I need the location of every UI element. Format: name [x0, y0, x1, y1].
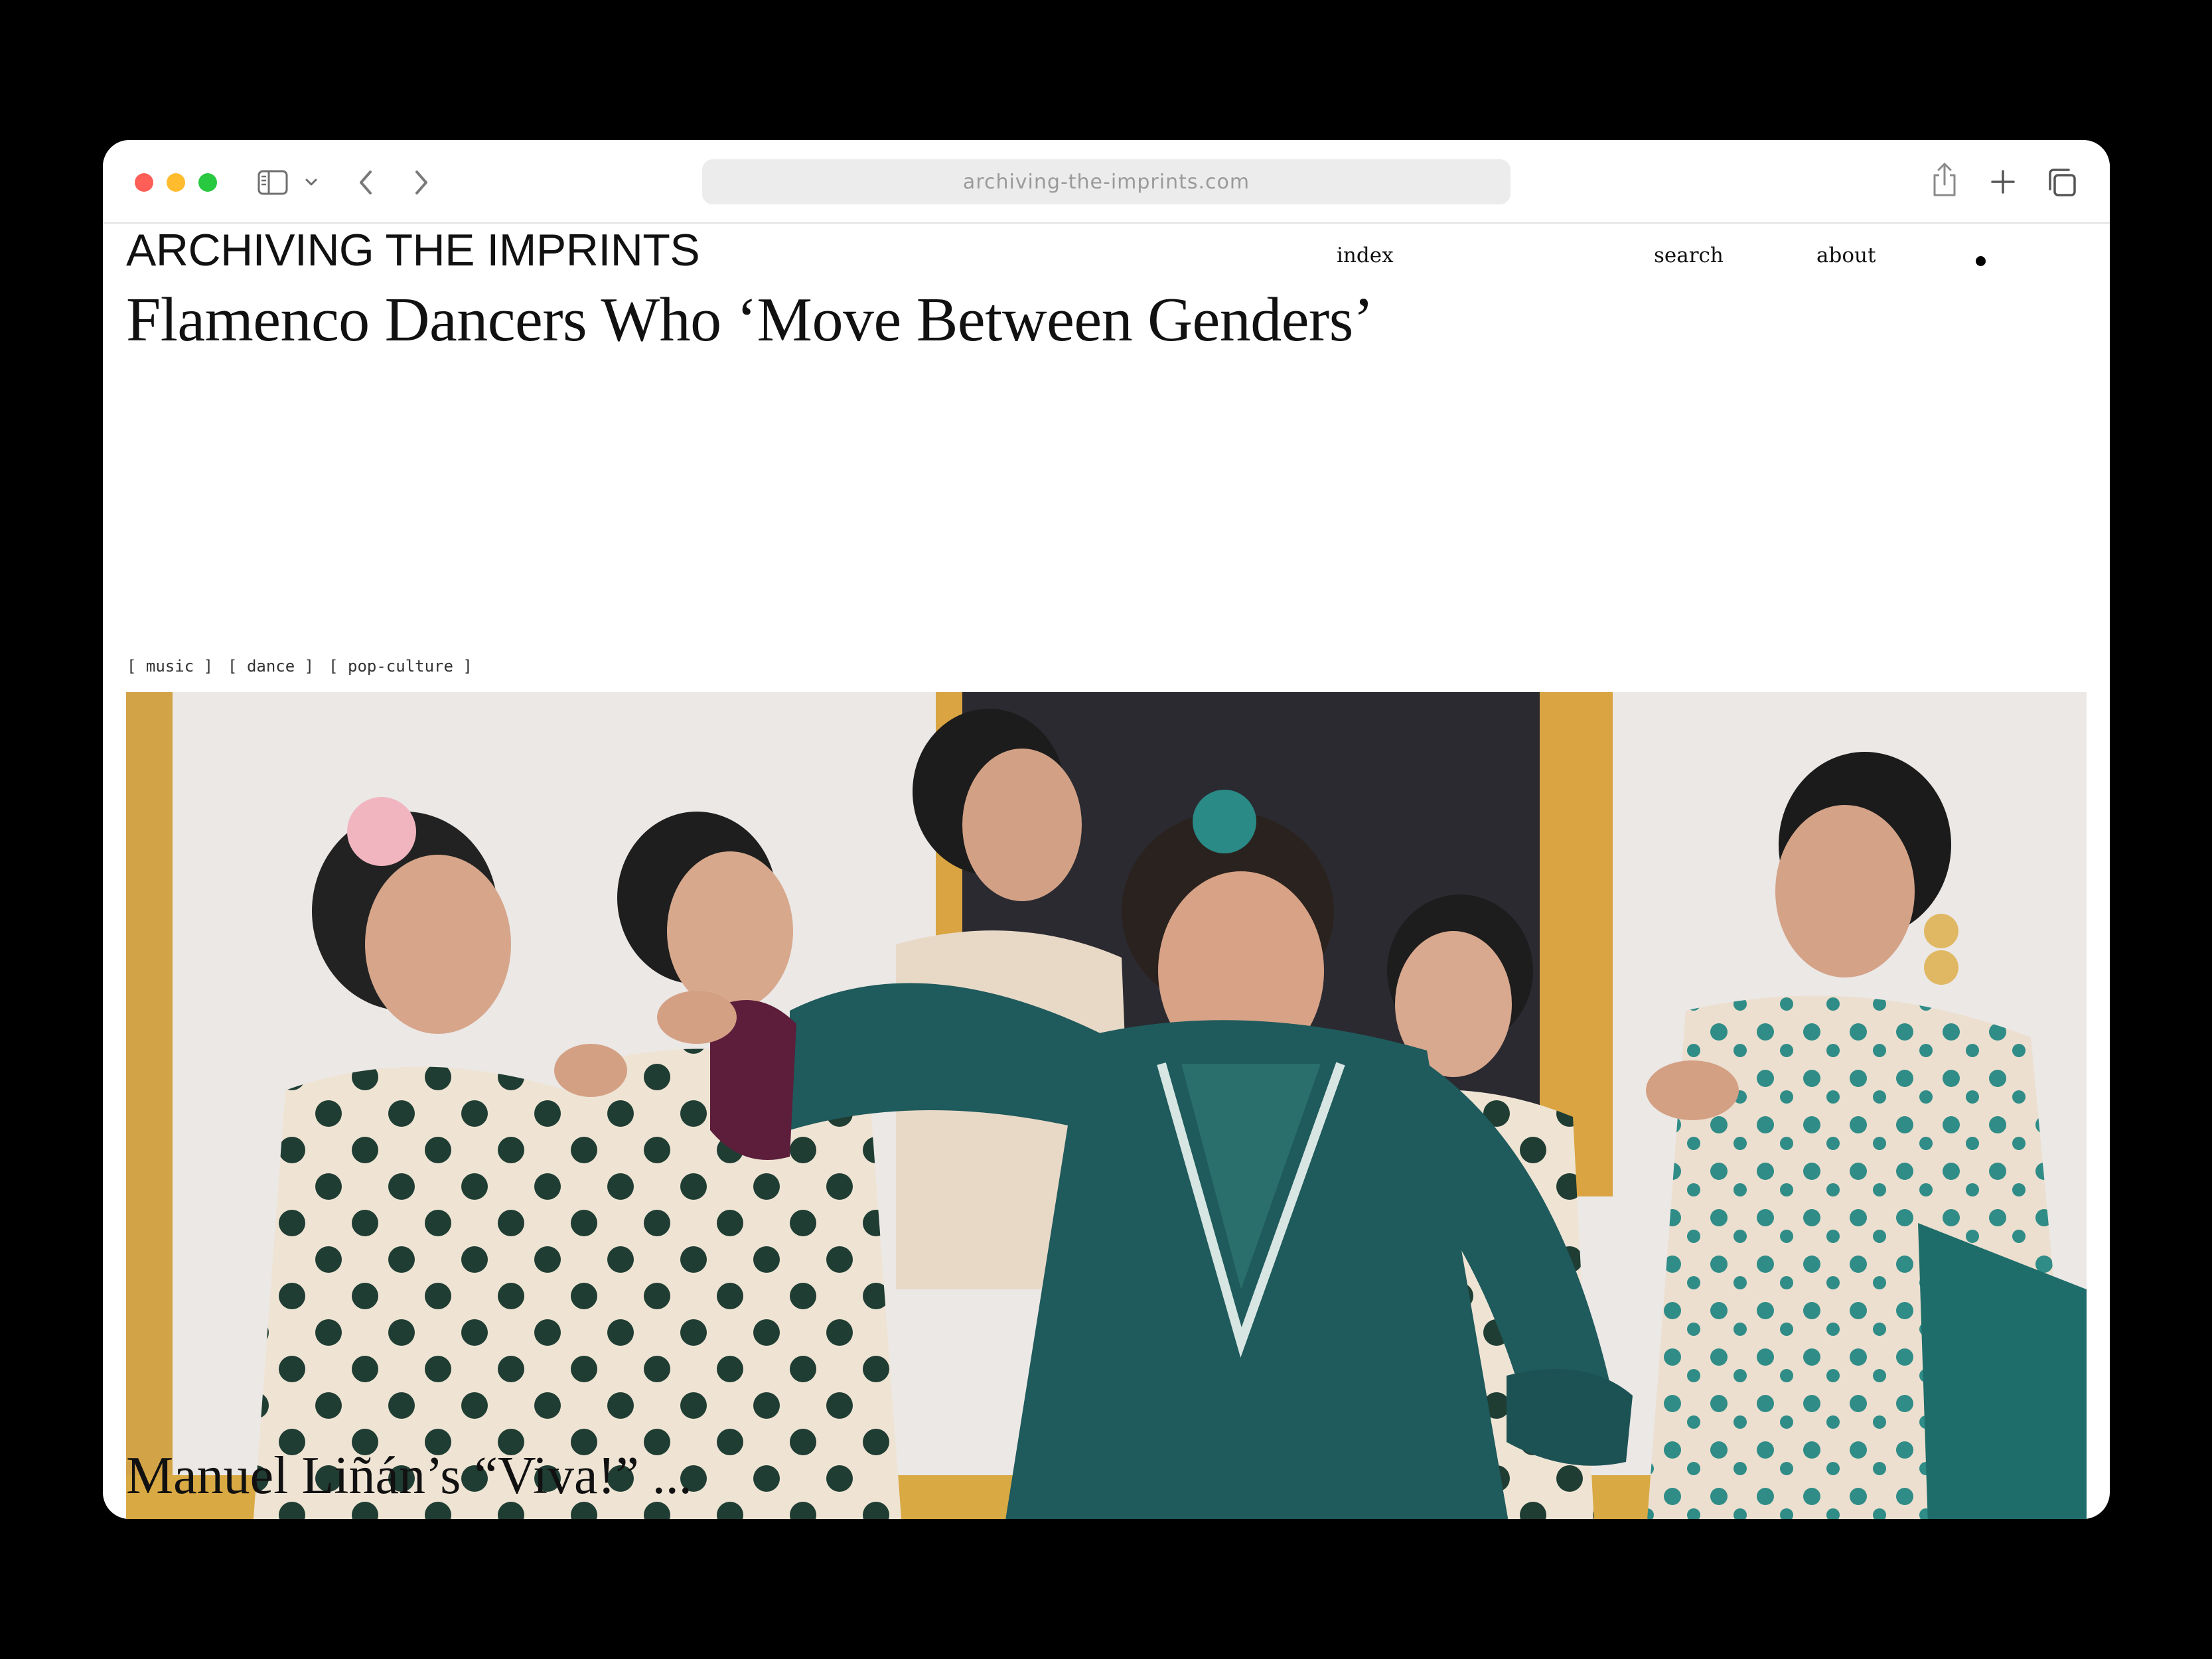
chevron-right-icon[interactable]	[408, 167, 435, 198]
url-text: archiving-the-imprints.com	[962, 170, 1250, 194]
zoom-window-button[interactable]	[198, 173, 217, 192]
address-bar[interactable]: archiving-the-imprints.com	[702, 159, 1511, 204]
browser-toolbar: archiving-the-imprints.com	[103, 140, 2110, 224]
chevron-down-icon[interactable]	[302, 171, 321, 194]
share-icon[interactable]	[1928, 160, 1961, 200]
minimize-window-button[interactable]	[167, 173, 185, 192]
article-lead: Manuel Liñán’s “Viva!” ...	[126, 1447, 692, 1505]
chevron-left-icon[interactable]	[352, 167, 379, 198]
site-title[interactable]: ARCHIVING THE IMPRINTS	[126, 228, 700, 273]
web-page: ARCHIVING THE IMPRINTS index search abou…	[103, 224, 2110, 1519]
article-headline: Flamenco Dancers Who ‘Move Between Gende…	[126, 285, 1374, 354]
plus-icon[interactable]	[1986, 165, 2020, 198]
nav-index-link[interactable]: index	[1337, 244, 1394, 267]
tag-music[interactable]: [ music ]	[127, 657, 213, 676]
browser-window: archiving-the-imprints.com ARCHIVING THE…	[103, 140, 2110, 1519]
tabs-overview-icon[interactable]	[2045, 165, 2079, 200]
tag-pop-culture[interactable]: [ pop-culture ]	[329, 657, 473, 676]
close-window-button[interactable]	[135, 173, 153, 192]
nav-about-link[interactable]: about	[1816, 244, 1876, 267]
sidebar-icon[interactable]	[256, 165, 290, 200]
tag-dance[interactable]: [ dance ]	[228, 657, 314, 676]
tag-list: [ music ] [ dance ] [ pop-culture ]	[127, 657, 473, 676]
nav-search-link[interactable]: search	[1654, 244, 1724, 267]
hero-photo	[126, 692, 2087, 1519]
menu-dot-icon[interactable]	[1976, 256, 1986, 266]
